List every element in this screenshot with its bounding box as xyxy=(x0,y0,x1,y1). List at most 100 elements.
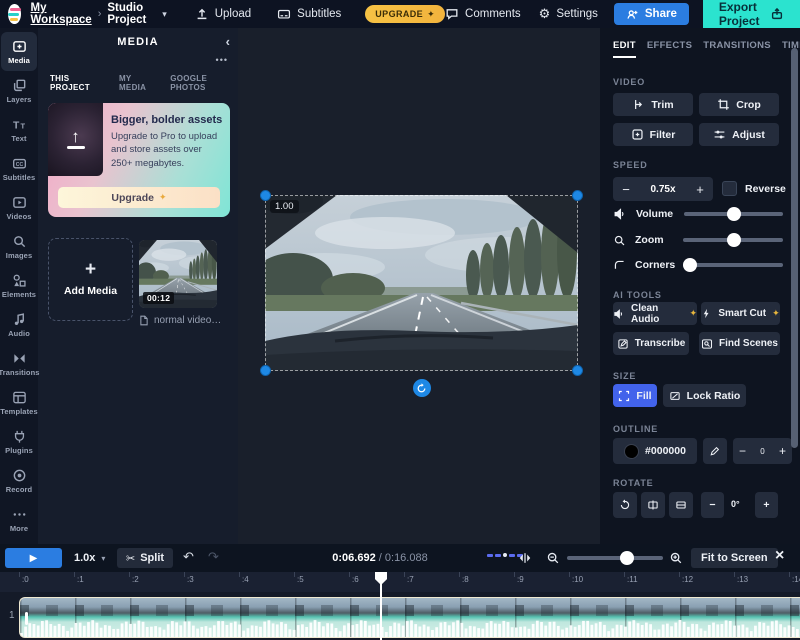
add-media-button[interactable]: + Add Media xyxy=(48,238,133,321)
clip-duration-badge: 00:12 xyxy=(143,292,174,304)
sidebar-item-templates[interactable]: Templates xyxy=(1,383,37,422)
sidebar-item-transitions[interactable]: Transitions xyxy=(1,344,37,383)
sidebar-item-subtitles[interactable]: CC Subtitles xyxy=(1,149,37,188)
detach-audio-icon[interactable] xyxy=(518,551,532,570)
panel-menu-icon[interactable]: ••• xyxy=(216,55,228,65)
promo-upgrade-button[interactable]: Upgrade ✦ xyxy=(58,187,220,208)
resize-handle-top-left[interactable] xyxy=(260,190,271,201)
clean-audio-button[interactable]: Clean Audio ✦ xyxy=(613,302,697,325)
slider-thumb[interactable] xyxy=(727,233,741,247)
eyedropper-button[interactable] xyxy=(703,438,727,464)
tab-edit[interactable]: EDIT xyxy=(613,40,636,58)
promo-upgrade-label: Upgrade xyxy=(111,192,154,204)
redo-button[interactable]: ↷ xyxy=(208,549,219,565)
resize-handle-bottom-left[interactable] xyxy=(260,365,271,376)
ruler-tick: :14 xyxy=(792,575,800,584)
crop-button[interactable]: Crop xyxy=(699,93,779,116)
timeline-ruler[interactable]: :0 :1 :2 :3 :4 :5 :6 :7 :8 :9 :10 :11 :1… xyxy=(0,572,800,592)
export-project-button[interactable]: Export Project xyxy=(703,0,800,28)
slider-thumb[interactable] xyxy=(683,258,697,272)
sidebar-item-text[interactable]: TT Text xyxy=(1,110,37,149)
timeline-clip[interactable] xyxy=(19,597,800,638)
speed-increase-button[interactable]: + xyxy=(687,182,713,197)
find-scenes-button[interactable]: Find Scenes xyxy=(699,332,780,355)
rotate-decrease-button[interactable]: − xyxy=(701,492,724,518)
undo-button[interactable]: ↶ xyxy=(183,549,194,565)
adjust-button[interactable]: Adjust xyxy=(699,123,779,146)
subtitles-button[interactable]: Subtitles xyxy=(277,7,341,21)
clip-trim-handle[interactable] xyxy=(25,612,28,625)
zoom-slider[interactable] xyxy=(683,233,783,247)
playback-speed-dropdown[interactable]: 1.0x ▾ xyxy=(74,552,105,564)
resize-handle-top-right[interactable] xyxy=(572,190,583,201)
rotate-handle[interactable] xyxy=(413,379,431,397)
corners-slider[interactable] xyxy=(683,258,783,272)
outline-width-increase[interactable]: + xyxy=(779,444,786,458)
tab-transitions[interactable]: TRANSITIONS xyxy=(703,40,771,58)
outline-color-button[interactable]: #000000 xyxy=(613,438,697,464)
rotate-increase-button[interactable]: + xyxy=(755,492,778,518)
sidebar-item-elements[interactable]: Elements xyxy=(1,266,37,305)
media-clip-thumbnail[interactable]: 00:12 xyxy=(139,240,217,308)
volume-slider[interactable] xyxy=(684,207,783,221)
breadcrumb-project[interactable]: Studio Project xyxy=(107,2,156,26)
outline-width-decrease[interactable]: − xyxy=(739,444,746,458)
tab-google-photos[interactable]: GOOGLE PHOTOS xyxy=(170,74,238,92)
media-panel-title: MEDIA xyxy=(38,36,238,48)
plug-icon xyxy=(12,429,27,444)
flip-vertical-button[interactable] xyxy=(669,492,693,518)
sidebar-item-record[interactable]: Record xyxy=(1,461,37,500)
sidebar-item-layers[interactable]: Layers xyxy=(1,71,37,110)
app-logo-icon[interactable] xyxy=(8,4,21,24)
speed-decrease-button[interactable]: − xyxy=(613,182,639,197)
play-button[interactable]: ▶ xyxy=(5,548,62,568)
sidebar-item-videos[interactable]: Videos xyxy=(1,188,37,227)
timeline-zoom-slider[interactable] xyxy=(567,551,663,565)
lock-ratio-button[interactable]: Lock Ratio xyxy=(663,384,746,407)
zoom-row: Zoom xyxy=(613,232,783,248)
sidebar-item-label: Layers xyxy=(7,95,32,104)
tab-this-project[interactable]: THIS PROJECT xyxy=(50,74,106,92)
trim-button[interactable]: Trim xyxy=(613,93,693,116)
slider-thumb[interactable] xyxy=(727,207,741,221)
sidebar-item-more[interactable]: More xyxy=(1,500,37,539)
tab-my-media[interactable]: MY MEDIA xyxy=(119,74,157,92)
reverse-checkbox[interactable] xyxy=(722,181,737,196)
inspector-scrollbar[interactable] xyxy=(791,48,798,448)
comments-button[interactable]: Comments xyxy=(445,7,521,21)
upload-button[interactable]: Upload xyxy=(195,7,251,21)
video-section-label: VIDEO xyxy=(613,77,645,87)
filter-button[interactable]: Filter xyxy=(613,123,693,146)
zoom-in-icon[interactable] xyxy=(669,551,683,570)
sidebar-item-label: Images xyxy=(6,251,32,260)
fill-button[interactable]: Fill xyxy=(613,384,657,407)
flip-horizontal-button[interactable] xyxy=(641,492,665,518)
sidebar-item-plugins[interactable]: Plugins xyxy=(1,422,37,461)
transcribe-button[interactable]: Transcribe xyxy=(613,332,689,355)
tab-effects[interactable]: EFFECTS xyxy=(647,40,692,58)
transport-bar: ▶ 1.0x ▾ ✂ Split ↶ ↷ 0:06.692 / 0:16.088… xyxy=(0,544,800,572)
rotate-value: 0° xyxy=(731,499,740,509)
chevron-down-icon[interactable]: ▾ xyxy=(162,9,167,20)
upgrade-button[interactable]: UPGRADE ✦ xyxy=(365,5,445,23)
volume-label: Volume xyxy=(636,208,684,220)
split-button[interactable]: ✂ Split xyxy=(117,548,173,568)
fit-to-screen-button[interactable]: Fit to Screen xyxy=(691,548,778,568)
transcribe-label: Transcribe xyxy=(635,338,686,349)
smart-cut-button[interactable]: Smart Cut ✦ xyxy=(701,302,780,325)
close-icon[interactable]: × xyxy=(775,547,784,565)
video-preview[interactable]: 1.00 xyxy=(265,195,578,371)
sidebar-item-audio[interactable]: Audio xyxy=(1,305,37,344)
sidebar-item-media[interactable]: Media xyxy=(1,32,37,71)
sidebar-item-label: Templates xyxy=(0,407,37,416)
zoom-out-icon[interactable] xyxy=(546,551,560,570)
subtitles-label: Subtitles xyxy=(297,8,341,20)
breadcrumb-workspace[interactable]: My Workspace xyxy=(31,2,92,26)
collapse-panel-icon[interactable]: ‹ xyxy=(226,34,230,49)
share-button[interactable]: Share xyxy=(614,3,689,25)
rotate-left-button[interactable] xyxy=(613,492,637,518)
sidebar-item-images[interactable]: Images xyxy=(1,227,37,266)
settings-button[interactable]: ⚙ Settings xyxy=(539,6,598,22)
resize-handle-bottom-right[interactable] xyxy=(572,365,583,376)
slider-thumb[interactable] xyxy=(620,551,634,565)
